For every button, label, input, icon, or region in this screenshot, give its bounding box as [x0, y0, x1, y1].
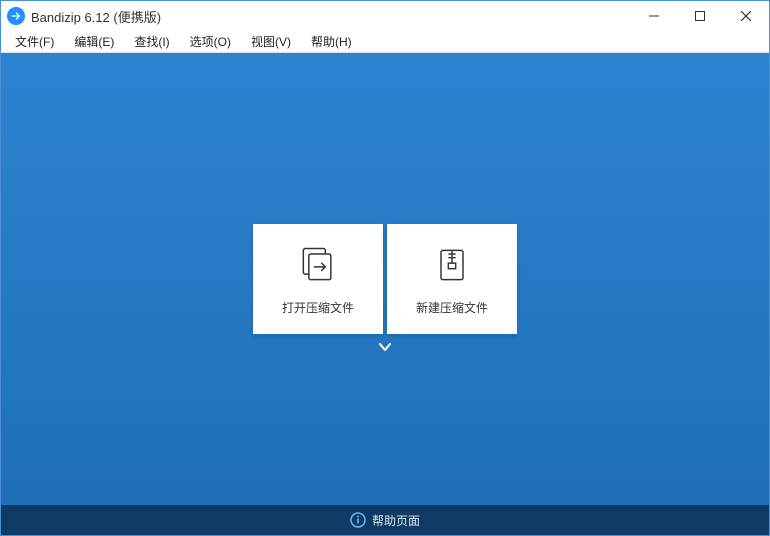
new-archive-label: 新建压缩文件 [416, 299, 488, 316]
new-archive-icon [430, 243, 474, 287]
menu-options[interactable]: 选项(O) [180, 31, 241, 52]
open-archive-card[interactable]: 打开压缩文件 [253, 224, 383, 334]
open-archive-icon [296, 243, 340, 287]
action-cards: 打开压缩文件 新建压缩文件 [253, 224, 517, 334]
minimize-button[interactable] [631, 1, 677, 31]
menu-edit[interactable]: 编辑(E) [64, 31, 124, 52]
app-icon [7, 7, 25, 25]
help-page-link[interactable]: 帮助页面 [372, 512, 420, 529]
statusbar[interactable]: 帮助页面 [1, 505, 769, 535]
close-button[interactable] [723, 1, 769, 31]
menu-find[interactable]: 查找(I) [124, 31, 179, 52]
info-icon [350, 512, 366, 528]
menu-view[interactable]: 视图(V) [241, 31, 301, 52]
open-archive-label: 打开压缩文件 [282, 299, 354, 316]
window-title: Bandizip 6.12 (便携版) [31, 7, 161, 26]
menu-help[interactable]: 帮助(H) [301, 31, 362, 52]
expand-toggle[interactable] [378, 339, 392, 355]
workspace: 打开压缩文件 新建压缩文件 [1, 53, 769, 505]
menubar: 文件(F) 编辑(E) 查找(I) 选项(O) 视图(V) 帮助(H) [1, 31, 769, 53]
window-controls [631, 1, 769, 31]
maximize-button[interactable] [677, 1, 723, 31]
menu-file[interactable]: 文件(F) [5, 31, 64, 52]
new-archive-card[interactable]: 新建压缩文件 [387, 224, 517, 334]
titlebar: Bandizip 6.12 (便携版) [1, 1, 769, 31]
